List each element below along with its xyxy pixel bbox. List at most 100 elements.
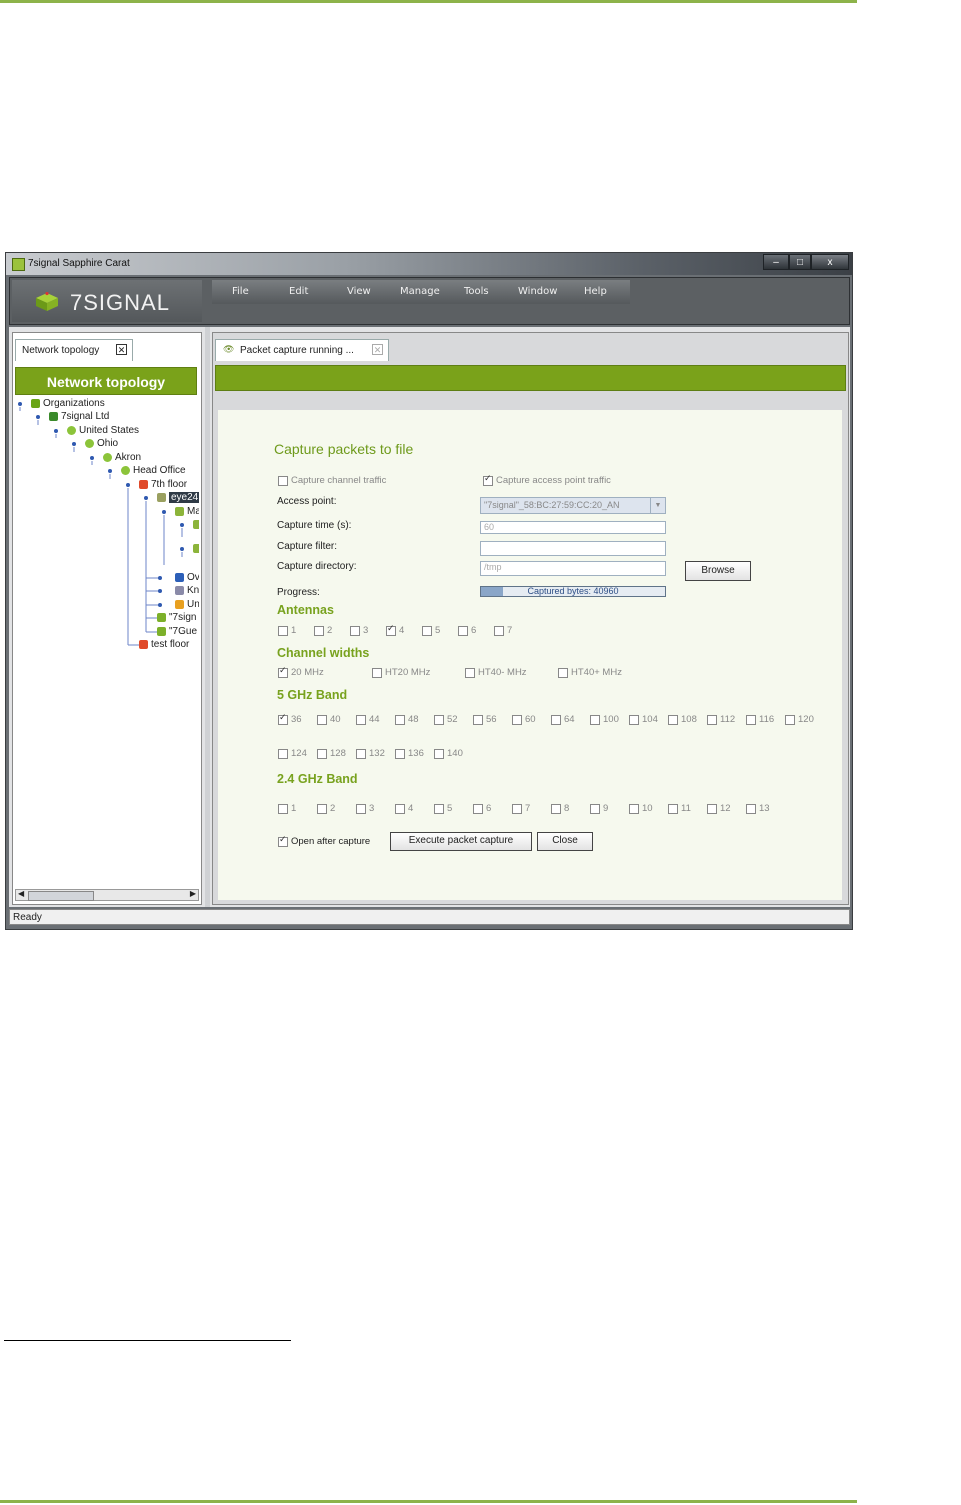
menu-tools[interactable]: Tools <box>464 286 489 297</box>
channel-width-checkbox[interactable]: HT40- MHz <box>465 667 527 678</box>
tree-node-ov[interactable]: Ov <box>175 572 199 584</box>
close-icon[interactable]: ✕ <box>372 344 383 355</box>
band24-channel-checkbox[interactable]: 7 <box>512 803 530 814</box>
band24-channel-checkbox[interactable]: 3 <box>356 803 374 814</box>
browse-button[interactable]: Browse <box>685 561 751 581</box>
tree-node-akron[interactable]: Akron <box>103 452 141 464</box>
capture-time-input[interactable]: 60 <box>480 521 666 534</box>
antenna-checkbox[interactable]: 1 <box>278 625 296 636</box>
antenna-checkbox[interactable]: 7 <box>494 625 512 636</box>
antenna-checkbox[interactable]: 4 <box>386 623 404 636</box>
tree-node-un[interactable]: Un <box>175 599 199 611</box>
checkbox-box[interactable] <box>395 714 405 725</box>
band24-channel-checkbox[interactable]: 1 <box>278 803 296 814</box>
band5-channel-checkbox[interactable]: 60 <box>512 714 536 725</box>
tree-node-ohio[interactable]: Ohio <box>85 438 118 450</box>
checkbox-box[interactable] <box>372 667 382 678</box>
checkbox-box[interactable] <box>350 625 360 636</box>
close-window-button[interactable]: x <box>811 254 849 270</box>
channel-width-checkbox[interactable]: HT40+ MHz <box>558 667 622 678</box>
checkbox-box[interactable] <box>356 803 366 814</box>
tree-node-7signal-ltd[interactable]: 7signal Ltd <box>49 411 109 423</box>
checkbox-box[interactable] <box>668 803 678 814</box>
band5-channel-checkbox[interactable]: 124 <box>278 748 307 759</box>
band24-channel-checkbox[interactable]: 9 <box>590 803 608 814</box>
checkbox-box[interactable] <box>473 803 483 814</box>
band5-channel-checkbox[interactable]: 56 <box>473 714 497 725</box>
checkbox-box[interactable] <box>590 803 600 814</box>
band24-channel-checkbox[interactable]: 5 <box>434 803 452 814</box>
antenna-checkbox[interactable]: 2 <box>314 625 332 636</box>
checkbox-box[interactable] <box>278 803 288 814</box>
tree-node-radio-2[interactable] <box>193 543 199 555</box>
checkbox-box[interactable] <box>746 714 756 725</box>
checkbox-box[interactable] <box>317 803 327 814</box>
checkbox-box[interactable] <box>434 748 444 759</box>
checkbox-box[interactable] <box>629 803 639 814</box>
checkbox-box[interactable] <box>483 473 493 486</box>
chevron-down-icon[interactable]: ▼ <box>650 498 665 513</box>
band5-channel-checkbox[interactable]: 44 <box>356 714 380 725</box>
tree-node-radio-1[interactable] <box>193 519 199 531</box>
menu-file[interactable]: File <box>232 286 249 297</box>
tree-node-head-office[interactable]: Head Office <box>121 465 186 477</box>
checkbox-box[interactable] <box>317 714 327 725</box>
checkbox-box[interactable] <box>314 625 324 636</box>
horizontal-scrollbar[interactable]: ◀ ▶ <box>15 889 199 901</box>
scroll-thumb[interactable] <box>28 891 94 901</box>
checkbox-box[interactable] <box>278 665 288 678</box>
menu-help[interactable]: Help <box>584 286 607 297</box>
tree-node-eye24[interactable]: eye24 <box>157 492 199 504</box>
band5-channel-checkbox[interactable]: 128 <box>317 748 346 759</box>
checkbox-box[interactable] <box>668 714 678 725</box>
checkbox-box[interactable] <box>278 475 288 486</box>
scroll-left-icon[interactable]: ◀ <box>18 889 24 898</box>
close-icon[interactable]: ✕ <box>116 344 127 355</box>
band24-channel-checkbox[interactable]: 11 <box>668 803 691 814</box>
band5-channel-checkbox[interactable]: 108 <box>668 714 697 725</box>
band5-channel-checkbox[interactable]: 40 <box>317 714 341 725</box>
scroll-right-icon[interactable]: ▶ <box>190 889 196 898</box>
menu-window[interactable]: Window <box>518 286 557 297</box>
checkbox-box[interactable] <box>434 803 444 814</box>
checkbox-box[interactable] <box>551 803 561 814</box>
tree-node-ma[interactable]: Ma <box>175 506 199 518</box>
band24-channel-checkbox[interactable]: 4 <box>395 803 413 814</box>
access-point-select[interactable]: "7signal"_58:BC:27:59:CC:20_AN ▼ <box>480 497 666 514</box>
checkbox-box[interactable] <box>458 625 468 636</box>
tree-node-ssid-7signal[interactable]: "7sign <box>157 612 196 624</box>
checkbox-box[interactable] <box>356 714 366 725</box>
checkbox-box[interactable] <box>551 714 561 725</box>
tree-node-ssid-7guest[interactable]: "7Gue <box>157 626 197 638</box>
maximize-button[interactable]: □ <box>789 254 811 270</box>
checkbox-box[interactable] <box>278 712 288 725</box>
checkbox-box[interactable] <box>465 667 475 678</box>
antenna-checkbox[interactable]: 6 <box>458 625 476 636</box>
checkbox-box[interactable] <box>629 714 639 725</box>
checkbox-box[interactable] <box>395 748 405 759</box>
band5-channel-checkbox[interactable]: 52 <box>434 714 458 725</box>
band5-channel-checkbox[interactable]: 48 <box>395 714 419 725</box>
checkbox-box[interactable] <box>558 667 568 678</box>
panel-splitter[interactable] <box>205 327 210 907</box>
checkbox-box[interactable] <box>746 803 756 814</box>
channel-width-checkbox[interactable]: HT20 MHz <box>372 667 430 678</box>
checkbox-box[interactable] <box>512 714 522 725</box>
checkbox-box[interactable] <box>278 834 288 847</box>
checkbox-box[interactable] <box>317 748 327 759</box>
tab-packet-capture[interactable]: 👁 Packet capture running ... ✕ <box>215 339 389 361</box>
band5-channel-checkbox[interactable]: 100 <box>590 714 619 725</box>
minimize-button[interactable]: – <box>763 254 789 270</box>
checkbox-box[interactable] <box>422 625 432 636</box>
menu-manage[interactable]: Manage <box>400 286 440 297</box>
checkbox-box[interactable] <box>473 714 483 725</box>
band24-channel-checkbox[interactable]: 10 <box>629 803 653 814</box>
checkbox-box[interactable] <box>395 803 405 814</box>
antenna-checkbox[interactable]: 5 <box>422 625 440 636</box>
band24-channel-checkbox[interactable]: 2 <box>317 803 335 814</box>
checkbox-box[interactable] <box>356 748 366 759</box>
checkbox-box[interactable] <box>512 803 522 814</box>
checkbox-box[interactable] <box>590 714 600 725</box>
checkbox-box[interactable] <box>278 748 288 759</box>
band5-channel-checkbox[interactable]: 136 <box>395 748 424 759</box>
